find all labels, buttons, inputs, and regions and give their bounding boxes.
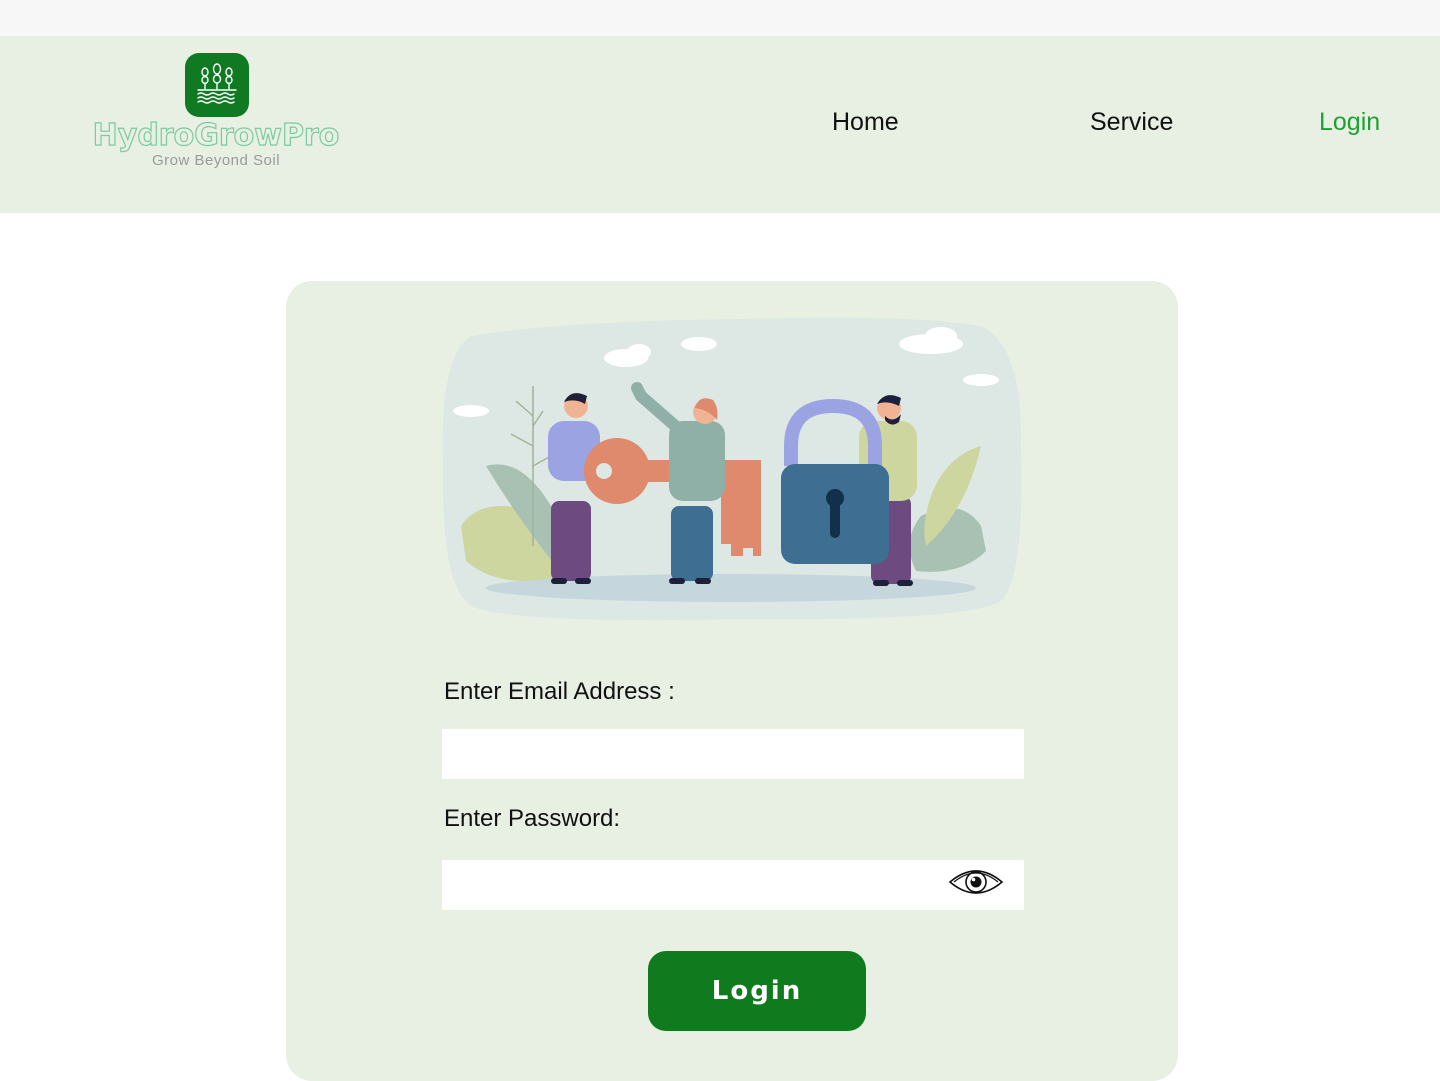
brand-tagline: Grow Beyond Soil: [151, 152, 281, 169]
brand-name: HydroGrowPro: [92, 117, 340, 153]
login-submit-button[interactable]: Login: [648, 951, 866, 1031]
password-label: Enter Password:: [444, 805, 621, 832]
browser-top-strip: [0, 0, 1440, 36]
nav-service-link[interactable]: Service: [1090, 108, 1173, 137]
hydroponic-plant-icon: [185, 53, 249, 117]
site-header: HydroGrowPro Grow Beyond Soil Home Servi…: [0, 36, 1440, 213]
email-input[interactable]: [442, 729, 1024, 779]
security-illustration: [442, 317, 1022, 621]
email-label: Enter Email Address :: [444, 678, 675, 705]
login-card: Enter Email Address : Enter Password: Lo…: [286, 281, 1178, 1081]
eye-icon[interactable]: [948, 866, 1004, 898]
brand-logo[interactable]: HydroGrowPro Grow Beyond Soil: [66, 52, 366, 192]
password-input[interactable]: [442, 860, 1024, 910]
nav-home-link[interactable]: Home: [832, 108, 899, 137]
nav-login-link[interactable]: Login: [1319, 108, 1380, 137]
